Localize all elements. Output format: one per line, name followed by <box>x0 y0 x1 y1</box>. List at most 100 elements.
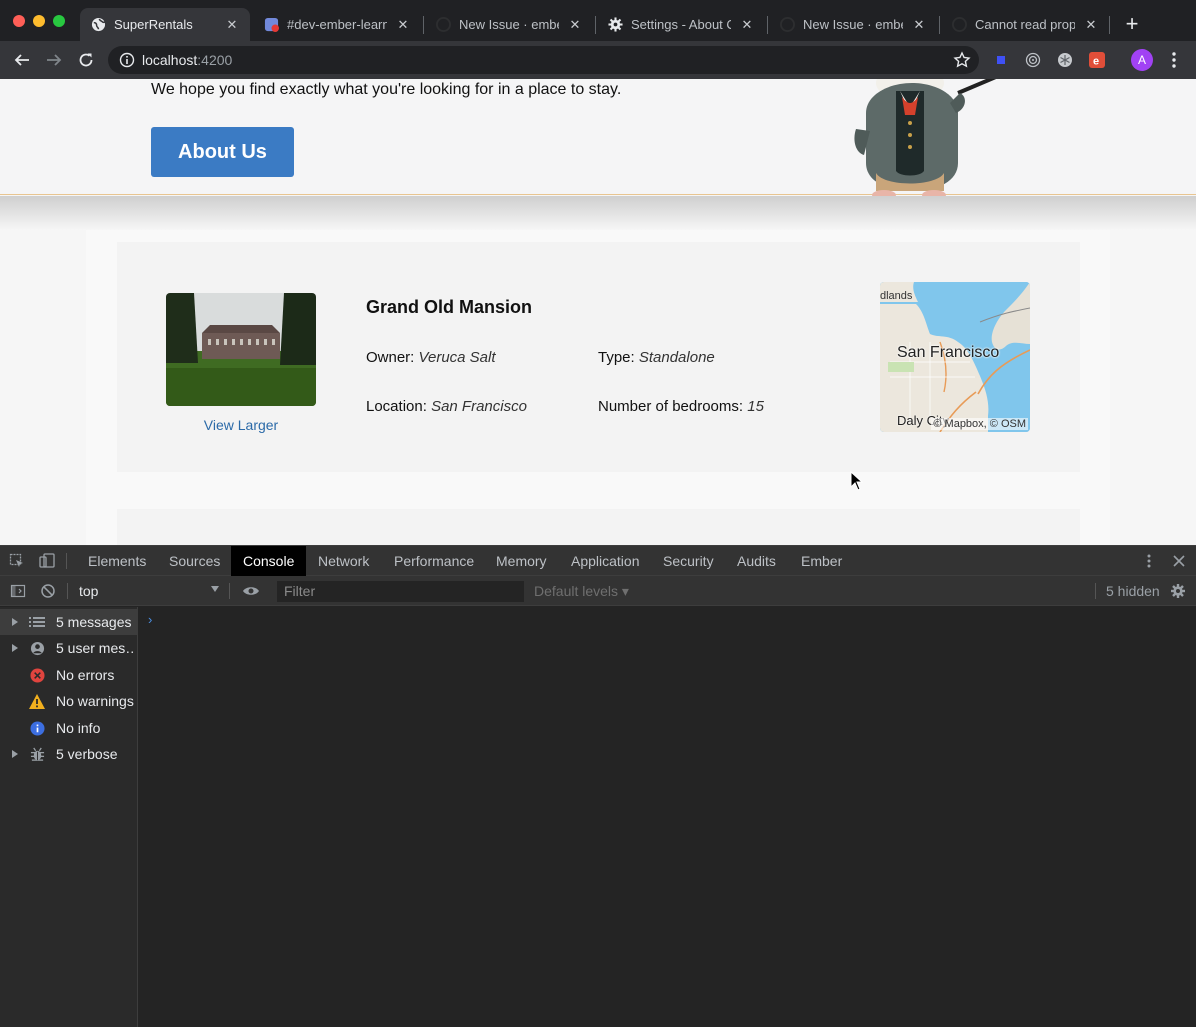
info-icon <box>29 720 45 736</box>
close-window-button[interactable] <box>13 15 25 27</box>
view-larger-link[interactable]: View Larger <box>166 417 316 433</box>
tomster-mascot-icon <box>854 79 997 200</box>
back-button[interactable] <box>12 50 32 70</box>
console-filter-input[interactable]: Filter <box>277 581 524 602</box>
tab-divider <box>1109 16 1110 34</box>
chevron-down-icon[interactable] <box>211 586 219 592</box>
browser-tab-cannot-read[interactable]: Cannot read proper ✕ <box>941 8 1109 41</box>
owner-value: Veruca Salt <box>418 349 496 366</box>
tab-console[interactable]: Console <box>231 546 307 576</box>
location-label: Location: <box>366 398 427 415</box>
expand-triangle-icon[interactable] <box>12 618 18 626</box>
tab-memory[interactable]: Memory <box>484 546 559 576</box>
sidebar-item-errors[interactable]: No errors <box>0 662 138 688</box>
expand-triangle-icon[interactable] <box>12 644 18 652</box>
expand-triangle-icon[interactable] <box>12 750 18 758</box>
tab-performance[interactable]: Performance <box>382 546 486 576</box>
jumbotron: We hope you find exactly what you're loo… <box>0 79 1196 200</box>
owner-label: Owner: <box>366 349 415 366</box>
console-sidebar: 5 messages 5 user mes… No errors No warn… <box>0 607 138 1027</box>
tab-strip: SuperRentals ✕ #dev-ember-learnin ✕ New … <box>0 0 1196 41</box>
tab-security[interactable]: Security <box>651 546 726 576</box>
show-sidebar-icon[interactable] <box>9 582 27 600</box>
close-tab-icon[interactable]: ✕ <box>911 17 927 33</box>
close-tab-icon[interactable]: ✕ <box>1083 17 1099 33</box>
browser-tab-discord[interactable]: #dev-ember-learnin ✕ <box>253 8 421 41</box>
new-tab-button[interactable]: + <box>1121 13 1143 35</box>
sidebar-item-warnings[interactable]: No warnings <box>0 688 138 714</box>
forward-button[interactable] <box>44 50 64 70</box>
log-levels-dropdown[interactable]: Default levels ▾ <box>534 583 629 600</box>
url-port: :4200 <box>197 52 233 68</box>
tab-application[interactable]: Application <box>559 546 652 576</box>
tab-divider <box>767 16 768 34</box>
close-tab-icon[interactable]: ✕ <box>567 17 583 33</box>
list-icon <box>29 614 45 630</box>
address-bar[interactable]: localhost:4200 <box>108 46 979 74</box>
extension-snowflake-icon[interactable] <box>1056 51 1074 69</box>
live-expression-eye-icon[interactable] <box>242 582 260 600</box>
sidebar-item-messages[interactable]: 5 messages <box>0 609 138 635</box>
close-tab-icon[interactable]: ✕ <box>224 17 240 33</box>
devtools-menu-icon[interactable] <box>1140 552 1158 570</box>
toolbar-divider <box>229 583 230 599</box>
extension-square-icon[interactable] <box>992 51 1010 69</box>
tab-network[interactable]: Network <box>306 546 381 576</box>
rental-map[interactable]: dlands San Francisco Daly City © Mapbox,… <box>880 282 1030 432</box>
maximize-window-button[interactable] <box>53 15 65 27</box>
close-tab-icon[interactable]: ✕ <box>395 17 411 33</box>
type-label: Type: <box>598 349 635 366</box>
rental-card: View Larger Grand Old Mansion Owner: Ver… <box>117 242 1080 472</box>
inspect-element-icon[interactable] <box>8 552 26 570</box>
rental-image[interactable] <box>166 293 316 406</box>
bedrooms-label: Number of bedrooms: <box>598 398 744 415</box>
tab-audits[interactable]: Audits <box>725 546 788 576</box>
device-toolbar-icon[interactable] <box>38 552 56 570</box>
github-icon <box>435 17 451 33</box>
bookmark-star-icon[interactable] <box>953 51 971 74</box>
clear-console-icon[interactable] <box>39 582 57 600</box>
context-selector[interactable]: top <box>79 583 98 599</box>
svg-text:e: e <box>1093 56 1099 68</box>
rental-owner: Owner: Veruca Salt <box>366 349 496 366</box>
sidebar-item-info[interactable]: No info <box>0 715 138 741</box>
console-settings-gear-icon[interactable] <box>1169 582 1187 600</box>
back-arrow-icon <box>14 54 29 66</box>
info-icon[interactable] <box>119 52 135 73</box>
console-toolbar: top Filter Default levels ▾ 5 hidden <box>0 576 1196 606</box>
ember-inspector-icon[interactable]: e <box>1088 51 1106 69</box>
profile-avatar[interactable]: A <box>1131 49 1153 71</box>
reload-button[interactable] <box>76 50 96 70</box>
sidebar-item-label: 5 messages <box>56 614 132 630</box>
devtools-panel: Elements Sources Console Network Perform… <box>0 545 1196 1027</box>
extension-target-icon[interactable] <box>1024 51 1042 69</box>
type-value: Standalone <box>638 349 715 366</box>
about-us-button[interactable]: About Us <box>151 127 294 177</box>
close-tab-icon[interactable]: ✕ <box>739 17 755 33</box>
console-output[interactable] <box>139 607 1196 1027</box>
browser-tab-settings[interactable]: Settings - About Chr ✕ <box>597 8 765 41</box>
tab-ember[interactable]: Ember <box>789 546 854 576</box>
console-prompt-icon[interactable]: › <box>148 612 152 627</box>
browser-tab-new-issue-2[interactable]: New Issue · emberjs ✕ <box>769 8 937 41</box>
browser-toolbar: localhost:4200 e A <box>0 41 1196 79</box>
close-devtools-icon[interactable] <box>1170 552 1188 570</box>
mouse-cursor-icon <box>850 471 864 491</box>
sidebar-item-label: 5 verbose <box>56 746 118 762</box>
tab-sources[interactable]: Sources <box>157 546 232 576</box>
toolbar-divider <box>67 583 68 599</box>
sidebar-item-label: No warnings <box>56 693 134 709</box>
browser-tab-superrentals[interactable]: SuperRentals ✕ <box>80 8 250 41</box>
sidebar-item-verbose[interactable]: 5 verbose <box>0 741 138 767</box>
tab-elements[interactable]: Elements <box>76 546 158 576</box>
map-attribution[interactable]: © Mapbox, © OSM <box>931 418 1028 430</box>
sidebar-item-user-messages[interactable]: 5 user mes… <box>0 635 138 661</box>
rental-type: Type: Standalone <box>598 349 715 366</box>
browser-menu-icon[interactable] <box>1167 50 1181 70</box>
browser-tab-new-issue[interactable]: New Issue · emberjs ✕ <box>425 8 593 41</box>
minimize-window-button[interactable] <box>33 15 45 27</box>
map-partial-label: dlands <box>880 290 913 302</box>
rental-location: Location: San Francisco <box>366 398 527 415</box>
location-value: San Francisco <box>431 398 527 415</box>
tab-divider <box>595 16 596 34</box>
